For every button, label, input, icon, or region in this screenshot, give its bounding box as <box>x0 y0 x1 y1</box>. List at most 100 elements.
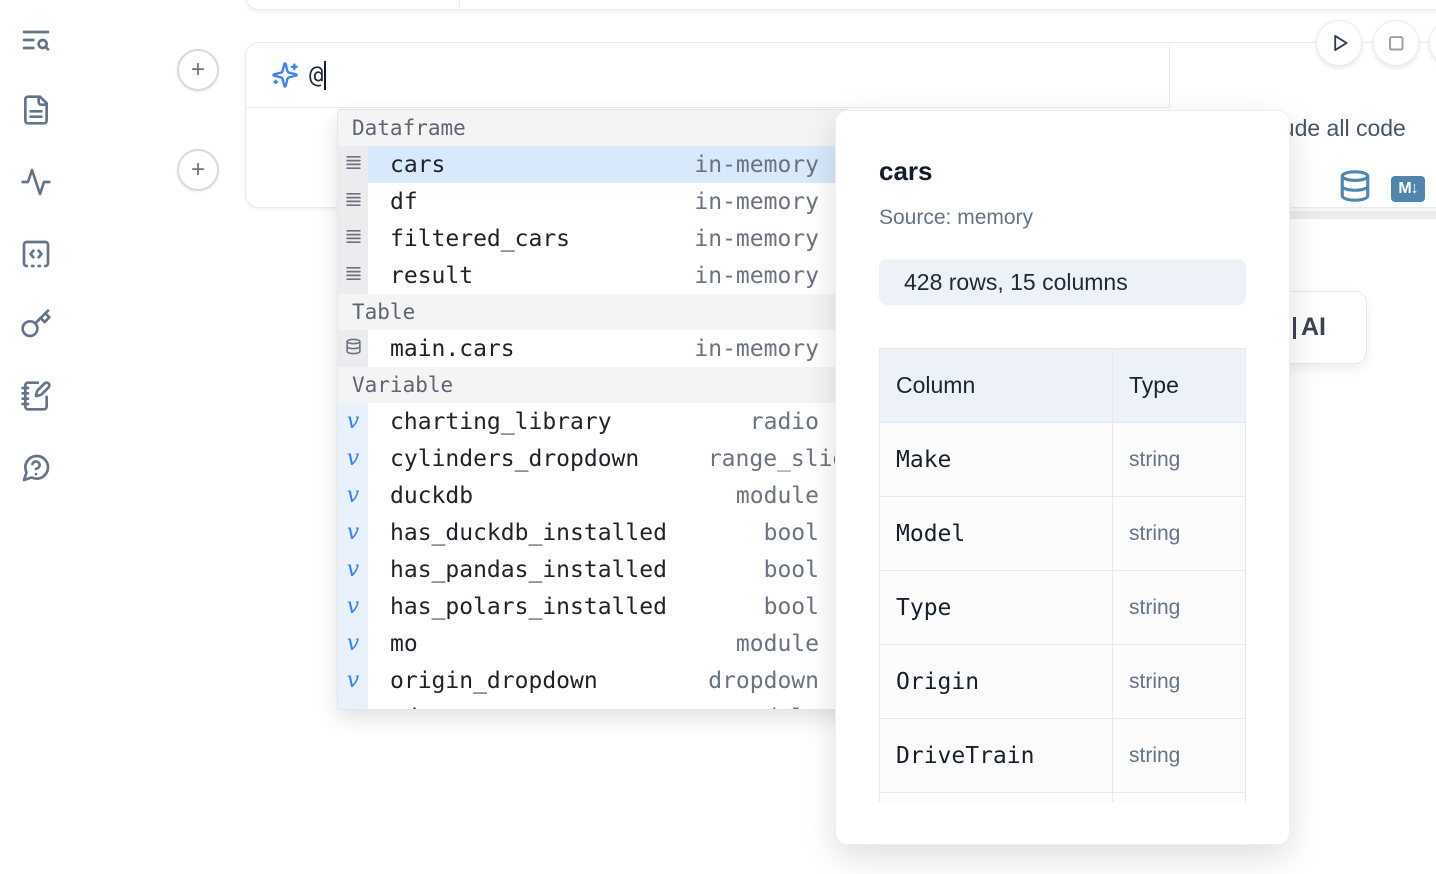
item-type: bool <box>764 594 819 620</box>
database-icon <box>345 338 362 359</box>
variable-icon: v <box>347 594 359 619</box>
dataframe-icon <box>345 228 362 249</box>
clipped-letter <box>1293 317 1296 339</box>
autocomplete-item-result[interactable]: result in-memory <box>338 257 849 294</box>
column-name: DriveTrain <box>896 743 1034 769</box>
schema-table: Column Type Make string Model string Type str… <box>879 348 1246 802</box>
variable-icon: v <box>347 705 359 710</box>
key-icon[interactable] <box>20 308 52 340</box>
item-type: module <box>736 483 819 509</box>
ai-button-label: AI <box>1301 313 1326 342</box>
variable-icon: v <box>347 409 359 434</box>
dataframe-icon <box>345 265 362 286</box>
preview-shape-badge: 428 rows, 15 columns <box>879 259 1246 305</box>
previous-cell-edge <box>245 0 1436 10</box>
variable-icon: v <box>347 668 359 693</box>
item-type: module <box>736 705 819 711</box>
column-name: Type <box>896 595 951 621</box>
autocomplete-item-has_pandas_installed[interactable]: v has_pandas_installed bool <box>338 551 849 588</box>
item-type: range_slider <box>708 446 849 472</box>
column-type: string <box>1129 522 1180 546</box>
autocomplete-item-charting_library[interactable]: v charting_library radio <box>338 403 849 440</box>
notebook-pen-icon[interactable] <box>20 380 52 412</box>
item-name: has_duckdb_installed <box>390 520 667 546</box>
autocomplete-item-origin_dropdown[interactable]: v origin_dropdown dropdown <box>338 662 849 699</box>
column-type: string <box>1129 596 1180 620</box>
autocomplete-item-cylinders_dropdown[interactable]: v cylinders_dropdown range_slider <box>338 440 849 477</box>
autocomplete-section-header: Dataframe <box>338 110 849 146</box>
schema-header-type: Type <box>1113 349 1245 422</box>
item-type: in-memory <box>694 152 819 178</box>
dataframe-icon <box>345 154 362 175</box>
autocomplete-item-duckdb[interactable]: vduckdbmodule <box>338 477 849 514</box>
marimo-notebook: + + @ Include all code 1 M↓ AI Dataframe… <box>0 0 1436 874</box>
schema-row-Origin: Origin string <box>880 645 1245 719</box>
run-cell-button[interactable] <box>1316 20 1362 66</box>
item-name: result <box>390 263 473 289</box>
variable-icon: v <box>347 557 359 582</box>
schema-row-Model: Model string <box>880 497 1245 571</box>
play-icon <box>1326 30 1352 56</box>
column-name: Origin <box>896 669 979 695</box>
variable-icon: v <box>347 520 359 545</box>
autocomplete-item-has_duckdb_installed[interactable]: vhas_duckdb_installedbool <box>338 514 849 551</box>
autocomplete-item-has_polars_installed[interactable]: v has_polars_installed bool <box>338 588 849 625</box>
item-type: radio <box>750 409 819 435</box>
item-type: in-memory <box>694 263 819 289</box>
variable-icon: v <box>347 631 359 656</box>
item-name: charting_library <box>390 409 612 435</box>
ai-prompt-input[interactable]: @ <box>246 43 1170 108</box>
autocomplete-item-filtered_cars[interactable]: filtered_carsin-memory <box>338 220 849 257</box>
item-name: cylinders_dropdown <box>390 446 639 472</box>
code-cell-icon[interactable] <box>20 238 52 270</box>
autocomplete-menu: Dataframe cars in-memory df in-memory filtere… <box>337 109 850 710</box>
markdown-icon[interactable]: M↓ <box>1391 176 1425 202</box>
column-type: string <box>1129 670 1180 694</box>
column-name: Make <box>896 447 951 473</box>
file-document-icon[interactable] <box>20 94 52 126</box>
dataframe-preview-popup: cars Source: memory 428 rows, 15 columns… <box>835 110 1290 845</box>
schema-row-Make: Make string <box>880 423 1245 497</box>
item-name: mo <box>390 631 418 657</box>
add-cell-button-top[interactable]: + <box>177 49 219 91</box>
text-cursor <box>324 61 326 90</box>
item-name: cars <box>390 152 445 178</box>
autocomplete-item-mo[interactable]: v mo module <box>338 625 849 662</box>
schema-row-Type: Type string <box>880 571 1245 645</box>
autocomplete-item-main.cars[interactable]: main.cars in-memory <box>338 330 849 367</box>
schema-row-DriveTrain: DriveTrainstring <box>880 719 1245 793</box>
item-name: has_pandas_installed <box>390 557 667 583</box>
stop-cell-button[interactable] <box>1373 20 1419 66</box>
item-type: module <box>736 631 819 657</box>
text-search-icon[interactable] <box>20 24 52 56</box>
schema-header-column: Column <box>880 349 1113 422</box>
database-icon[interactable] <box>1338 169 1372 203</box>
preview-source: Source: memory <box>879 208 1246 228</box>
help-chat-icon[interactable] <box>20 452 52 484</box>
autocomplete-item-pd[interactable]: v pd module <box>338 699 849 710</box>
item-name: main.cars <box>390 336 515 362</box>
schema-partial-row <box>880 793 1245 802</box>
column-name: Model <box>896 521 965 547</box>
activity-icon[interactable] <box>20 166 52 198</box>
ai-sparkles-icon <box>271 61 299 89</box>
item-name: filtered_cars <box>390 226 570 252</box>
ai-prompt-value: @ <box>309 61 323 89</box>
item-type: in-memory <box>694 336 819 362</box>
variable-icon: v <box>347 446 359 471</box>
autocomplete-item-df[interactable]: df in-memory <box>338 183 849 220</box>
autocomplete-section-header: Table <box>338 294 849 330</box>
item-type: bool <box>764 557 819 583</box>
item-name: has_polars_installed <box>390 594 667 620</box>
item-name: df <box>390 189 418 215</box>
column-type: string <box>1129 448 1180 472</box>
previous-cell-divider <box>459 0 460 9</box>
item-name: origin_dropdown <box>390 668 598 694</box>
schema-header-row: Column Type <box>880 349 1245 423</box>
item-name: pd <box>390 705 418 711</box>
item-type: dropdown <box>708 668 819 694</box>
stop-square-icon <box>1383 30 1409 56</box>
add-cell-button-bottom[interactable]: + <box>177 149 219 191</box>
autocomplete-item-cars[interactable]: cars in-memory <box>338 146 849 183</box>
item-type: in-memory <box>694 189 819 215</box>
